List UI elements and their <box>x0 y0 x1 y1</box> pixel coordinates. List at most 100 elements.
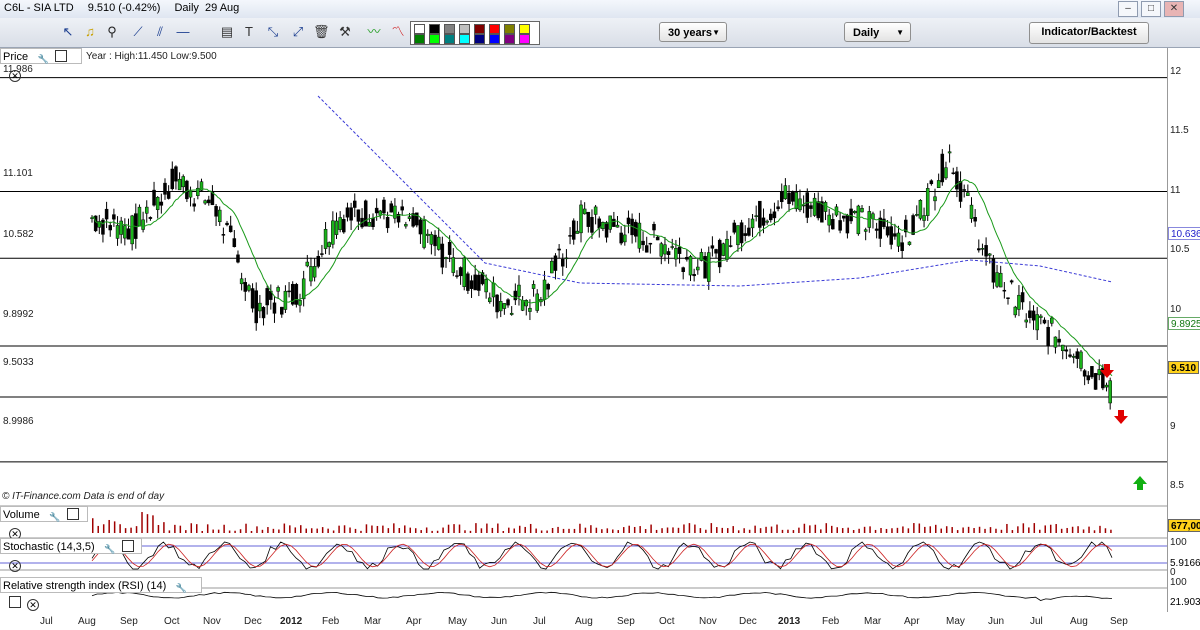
palette-swatch[interactable] <box>504 34 515 44</box>
candle-body <box>130 215 134 245</box>
window-icon[interactable] <box>55 50 68 62</box>
volume-bar <box>168 530 171 533</box>
palette-swatch[interactable] <box>519 34 530 44</box>
volume-bar <box>327 528 329 533</box>
volume-bar <box>661 528 663 533</box>
close-button[interactable]: ✕ <box>1164 1 1184 17</box>
volume-bar <box>223 524 225 533</box>
volume-bar <box>863 526 866 533</box>
x-tick-label: Nov <box>203 616 221 627</box>
volume-bar <box>316 528 318 533</box>
tools-icon[interactable]: ⚒ <box>337 24 353 40</box>
palette-swatch[interactable] <box>489 34 500 44</box>
candle-body <box>455 275 459 277</box>
trendline-icon[interactable]: ⟋ <box>130 24 146 40</box>
chart-area[interactable] <box>0 48 1200 630</box>
palette-swatch[interactable] <box>474 34 485 44</box>
window-icon[interactable] <box>121 540 134 552</box>
candle-body <box>845 215 850 234</box>
volume-bar <box>1082 529 1085 533</box>
range-select[interactable]: 30 years ▼ <box>659 22 727 42</box>
palette-swatch[interactable] <box>459 24 470 34</box>
candle-body <box>710 245 715 249</box>
alert-bell-icon[interactable]: ♫ <box>82 24 98 40</box>
candle-body <box>531 284 536 289</box>
palette-swatch[interactable] <box>429 24 440 34</box>
palette-swatch[interactable] <box>444 24 455 34</box>
fibonacci-icon[interactable]: ▤ <box>219 24 235 40</box>
text-icon[interactable]: T <box>241 24 257 40</box>
palette-swatch[interactable] <box>489 24 500 34</box>
volume-bar <box>113 521 116 533</box>
candle-body <box>1009 280 1014 283</box>
pointer-icon[interactable]: ↖ <box>60 24 76 40</box>
palette-swatch[interactable] <box>474 24 485 34</box>
candle-body <box>542 279 547 300</box>
window-icon[interactable] <box>66 508 79 520</box>
wrench-icon[interactable]: 🔧 <box>175 583 187 595</box>
candle-body <box>1057 338 1061 343</box>
window-icon[interactable] <box>9 596 21 608</box>
candle-body <box>980 248 985 250</box>
color-palette[interactable] <box>410 21 540 45</box>
palette-swatch[interactable] <box>414 34 425 44</box>
arrows-icon[interactable]: ⤢ <box>290 24 306 40</box>
candle-body <box>367 222 372 227</box>
zoom-icon[interactable]: ⚲ <box>104 24 120 40</box>
candle-body <box>1031 310 1036 321</box>
volume-bar <box>267 527 269 533</box>
volume-bar <box>830 525 833 533</box>
draw-tools-icon[interactable]: 〽 <box>390 24 406 40</box>
palette-swatch[interactable] <box>504 24 515 34</box>
interval-select[interactable]: Daily ▼ <box>844 22 911 42</box>
candle-body <box>1064 349 1069 352</box>
candle-body <box>838 220 842 231</box>
trash-icon[interactable]: 🗑 <box>313 24 330 40</box>
candle-body <box>1017 294 1021 310</box>
volume-bar <box>1093 530 1096 533</box>
projection-icon[interactable]: ⤡ <box>265 24 281 40</box>
candle-body <box>203 200 207 204</box>
palette-swatch[interactable] <box>519 24 530 34</box>
volume-bar <box>710 523 713 533</box>
volume-bar <box>1039 529 1041 533</box>
close-panel-icon[interactable]: ✕ <box>9 560 21 572</box>
range-note: Year : High:11.450 Low:9.500 <box>86 51 217 62</box>
volume-bar <box>1006 523 1008 533</box>
candle-body <box>721 243 726 256</box>
candle-body <box>506 299 510 306</box>
volume-bar <box>562 528 565 533</box>
parallel-lines-icon[interactable]: ⫽ <box>152 24 168 40</box>
maximize-button[interactable]: □ <box>1141 1 1161 17</box>
palette-swatch[interactable] <box>444 34 455 44</box>
volume-bar <box>179 525 182 533</box>
close-panel-icon[interactable]: ✕ <box>27 599 39 611</box>
candle-body <box>334 220 339 235</box>
price-chart[interactable] <box>0 48 1167 630</box>
volume-bar <box>1060 528 1063 533</box>
palette-swatch[interactable] <box>459 34 470 44</box>
x-tick-label: Sep <box>617 616 635 627</box>
volume-bar <box>639 526 641 533</box>
wave-icon[interactable]: 〰 <box>366 24 382 40</box>
candle-body <box>747 227 751 236</box>
palette-swatch[interactable] <box>414 24 425 34</box>
wrench-icon[interactable]: 🔧 <box>49 512 61 524</box>
candle-body <box>758 200 762 228</box>
volume-bar <box>157 525 160 533</box>
volume-bar <box>92 518 94 533</box>
candle-body <box>896 232 901 247</box>
minimize-button[interactable]: – <box>1118 1 1138 17</box>
volume-bar <box>354 528 357 533</box>
y-tick: 10.5 <box>1170 244 1190 255</box>
volume-bar <box>820 529 822 533</box>
candle-body <box>852 211 857 214</box>
wrench-icon[interactable]: 🔧 <box>104 544 116 556</box>
chevron-down-icon: ▼ <box>712 28 720 37</box>
palette-swatch[interactable] <box>429 34 440 44</box>
horizontal-line-icon[interactable]: — <box>175 24 191 40</box>
candle-body <box>101 219 105 235</box>
indicator-backtest-button[interactable]: Indicator/Backtest <box>1029 22 1149 44</box>
wrench-icon[interactable]: 🔧 <box>37 54 49 66</box>
candle-body <box>874 228 879 231</box>
